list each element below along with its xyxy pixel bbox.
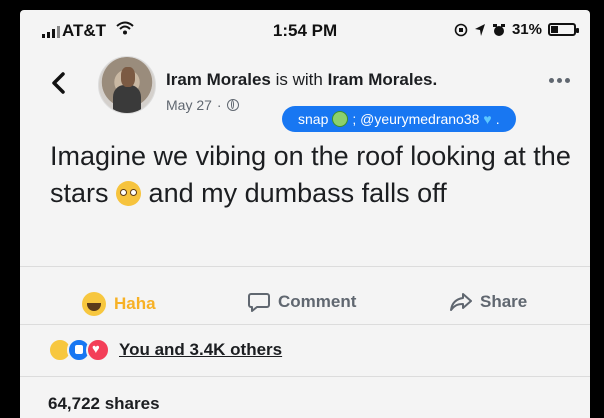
chevron-left-icon bbox=[52, 72, 65, 94]
comment-icon bbox=[248, 293, 270, 312]
phone-screen: AT&T 1:54 PM 31% Iram Morales is with Ir… bbox=[20, 10, 590, 418]
action-bar: Haha Comment Share bbox=[20, 280, 590, 324]
love-reaction-icon bbox=[86, 338, 110, 362]
with-text: is with bbox=[275, 70, 323, 89]
snap-label: snap bbox=[298, 111, 329, 127]
author-name[interactable]: Iram Morales bbox=[166, 70, 271, 89]
more-options-button[interactable] bbox=[549, 78, 570, 83]
share-label: Share bbox=[480, 292, 528, 311]
ghost-icon bbox=[332, 111, 349, 127]
tagged-name[interactable]: Iram Morales. bbox=[328, 70, 438, 89]
comment-label: Comment bbox=[278, 292, 357, 311]
orientation-lock-icon bbox=[454, 23, 468, 36]
status-bar: AT&T 1:54 PM 31% bbox=[20, 10, 590, 50]
haha-button[interactable]: Haha bbox=[82, 292, 156, 316]
share-icon bbox=[450, 293, 472, 311]
post-text: Imagine we vibing on the roof looking at… bbox=[50, 138, 580, 212]
post-meta: May 27 · bbox=[166, 97, 239, 113]
reactions-count[interactable]: You and 3.4K others bbox=[119, 340, 282, 360]
pleading-face-icon bbox=[116, 181, 142, 206]
snap-bubble: snap ; @yeurymedrano38 ♥. bbox=[282, 106, 516, 132]
status-right: 31% bbox=[454, 21, 579, 38]
post-date[interactable]: May 27 bbox=[166, 97, 212, 113]
avatar[interactable] bbox=[98, 56, 156, 114]
battery-icon bbox=[548, 23, 579, 36]
haha-label: Haha bbox=[114, 294, 156, 313]
post-text-part2: and my dumbass falls off bbox=[148, 178, 447, 208]
post-author-line: Iram Morales is with Iram Morales. bbox=[166, 70, 437, 90]
haha-icon bbox=[82, 292, 106, 316]
comment-button[interactable]: Comment bbox=[248, 292, 356, 312]
reactions-summary[interactable]: You and 3.4K others bbox=[48, 338, 282, 362]
share-button[interactable]: Share bbox=[450, 292, 527, 312]
divider bbox=[20, 376, 590, 377]
shares-count[interactable]: 64,722 shares bbox=[48, 394, 160, 414]
snap-handle: ; @yeurymedrano38 bbox=[352, 111, 480, 127]
battery-percent: 31% bbox=[511, 21, 542, 38]
alarm-icon bbox=[492, 23, 505, 36]
blue-heart-icon: ♥ bbox=[483, 111, 492, 127]
divider bbox=[20, 266, 590, 267]
location-icon bbox=[474, 23, 485, 36]
battery-fill bbox=[551, 26, 558, 33]
back-button[interactable] bbox=[50, 70, 66, 102]
globe-icon bbox=[226, 99, 239, 111]
divider bbox=[20, 324, 590, 325]
